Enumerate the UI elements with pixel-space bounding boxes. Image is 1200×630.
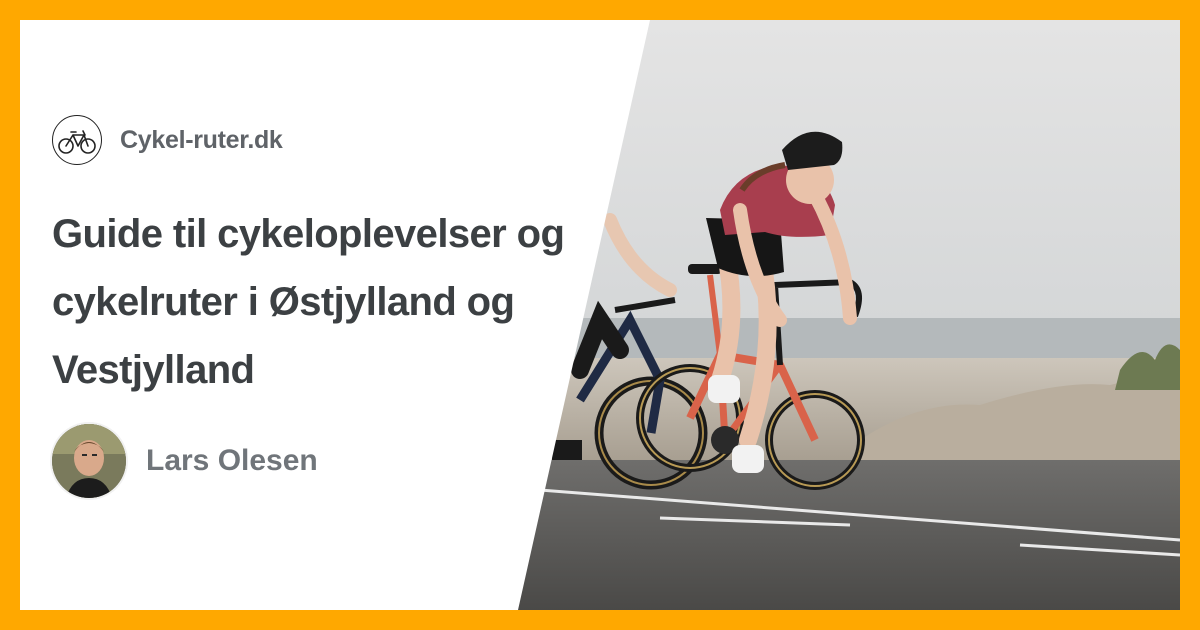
bicycle-icon xyxy=(52,115,102,165)
brand-name: Cykel-ruter.dk xyxy=(120,125,283,154)
article-title: Guide til cykeloplevelser og cykelruter … xyxy=(52,212,565,392)
author-avatar xyxy=(52,424,126,498)
brand[interactable]: Cykel-ruter.dk xyxy=(52,114,612,166)
card-inner: Cykel-ruter.dk Guide til cykeloplevelser… xyxy=(20,20,1180,610)
author-name: Lars Olesen xyxy=(146,444,318,477)
content: Cykel-ruter.dk Guide til cykeloplevelser… xyxy=(52,114,612,404)
share-card: Cykel-ruter.dk Guide til cykeloplevelser… xyxy=(0,0,1200,630)
author[interactable]: Lars Olesen xyxy=(52,424,318,498)
